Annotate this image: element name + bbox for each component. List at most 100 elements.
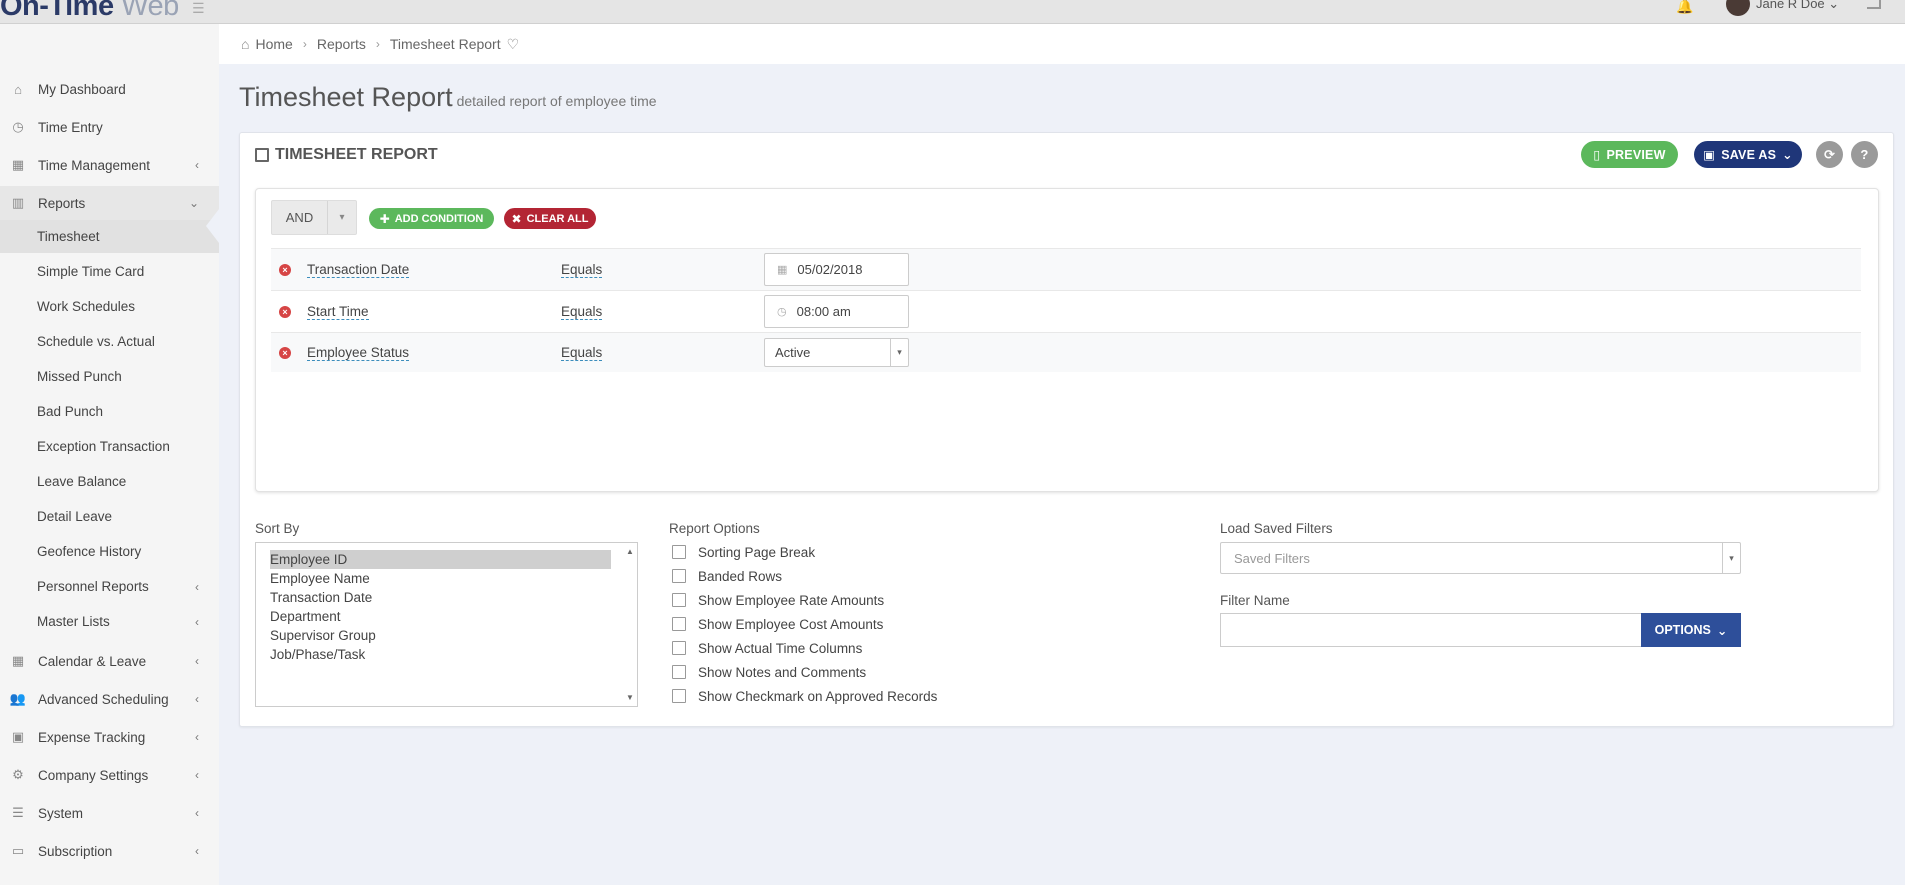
help-button[interactable]: ?	[1851, 141, 1878, 168]
sidebar-subitem-detail-leave[interactable]: Detail Leave	[0, 500, 219, 533]
bell-icon[interactable]: 🔔	[1676, 0, 1694, 14]
checkbox[interactable]	[672, 617, 686, 631]
sidebar-subitem-work-schedules[interactable]: Work Schedules	[0, 290, 219, 323]
avatar[interactable]	[1726, 0, 1750, 16]
scroll-down-icon[interactable]: ▼	[626, 693, 634, 702]
calendar-icon: ▦	[11, 653, 25, 668]
sidebar-subitem-leave-balance[interactable]: Leave Balance	[0, 465, 219, 498]
logout-icon[interactable]	[1867, 0, 1881, 9]
sidebar-subitem-simple-time-card[interactable]: Simple Time Card	[0, 255, 219, 288]
sidebar-subitem-bad-punch[interactable]: Bad Punch	[0, 395, 219, 428]
filter-name-label: Filter Name	[1220, 593, 1290, 608]
chevron-down-icon: ▾	[1722, 543, 1740, 573]
date-input[interactable]: ▦ 05/02/2018	[764, 253, 909, 286]
report-card: TIMESHEET REPORT ▯ PREVIEW ▣ SAVE AS ⌄ ⟳ ? …	[239, 132, 1894, 727]
load-saved-filters-label: Load Saved Filters	[1220, 521, 1333, 536]
sidebar-subitem-personnel-reports[interactable]: Personnel Reports ‹	[0, 570, 219, 603]
breadcrumb-reports[interactable]: Reports	[317, 36, 366, 52]
home-icon: ⌂	[241, 36, 250, 52]
checkbox[interactable]	[672, 545, 686, 559]
condition-field[interactable]: Transaction Date	[307, 262, 410, 278]
sort-option[interactable]: Employee Name	[256, 569, 626, 588]
option-sorting-page-break[interactable]: Sorting Page Break	[672, 544, 815, 560]
add-condition-button[interactable]: ✚ ADD CONDITION	[369, 208, 494, 229]
active-indicator	[206, 209, 219, 243]
preview-button[interactable]: ▯ PREVIEW	[1581, 141, 1678, 168]
saved-filters-select[interactable]: Saved Filters ▾	[1220, 542, 1741, 574]
checkbox[interactable]	[672, 641, 686, 655]
app-logo[interactable]: On-Time Web	[0, 0, 179, 23]
sort-option[interactable]: Department	[256, 607, 626, 626]
clock-icon: ◷	[777, 306, 787, 318]
sidebar-item-time-entry[interactable]: ◷ Time Entry	[0, 110, 219, 144]
sort-option[interactable]: Employee ID	[270, 550, 611, 569]
checkbox[interactable]	[672, 665, 686, 679]
sidebar-item-company-settings[interactable]: ⚙ Company Settings ‹	[0, 758, 219, 792]
scroll-up-icon[interactable]: ▲	[626, 547, 634, 556]
option-notes-comments[interactable]: Show Notes and Comments	[672, 664, 866, 680]
clear-all-button[interactable]: ✖ CLEAR ALL	[504, 208, 596, 229]
sidebar-subitem-geofence-history[interactable]: Geofence History	[0, 535, 219, 568]
sidebar-subitem-master-lists[interactable]: Master Lists ‹	[0, 605, 219, 638]
condition-row: × Transaction Date Equals ▦ 05/02/2018	[271, 248, 1861, 290]
remove-condition-icon[interactable]: ×	[279, 263, 291, 276]
file-icon: ▯	[1593, 148, 1601, 162]
listbox-scrollbar[interactable]: ▲ ▼	[623, 543, 637, 706]
checkbox[interactable]	[672, 569, 686, 583]
condition-field[interactable]: Start Time	[307, 304, 369, 320]
sidebar-subitem-schedule-vs-actual[interactable]: Schedule vs. Actual	[0, 325, 219, 358]
users-icon: 👥	[9, 691, 27, 706]
option-actual-time[interactable]: Show Actual Time Columns	[672, 640, 862, 656]
breadcrumb-home[interactable]: Home	[255, 36, 292, 52]
checkbox[interactable]	[672, 593, 686, 607]
sidebar-item-dashboard[interactable]: ⌂ My Dashboard	[0, 72, 219, 106]
menu-toggle-icon[interactable]: ☰	[192, 0, 205, 17]
option-banded-rows[interactable]: Banded Rows	[672, 568, 782, 584]
sidebar-item-expense-tracking[interactable]: ▣ Expense Tracking ‹	[0, 720, 219, 754]
sort-option[interactable]: Supervisor Group	[256, 626, 626, 645]
sidebar-item-advanced-scheduling[interactable]: 👥 Advanced Scheduling ‹	[0, 682, 219, 716]
sidebar-item-time-management[interactable]: ▦ Time Management ‹	[0, 148, 219, 182]
calendar-x-icon: ▦	[11, 157, 25, 172]
condition-operator[interactable]: Equals	[561, 345, 603, 361]
logic-dropdown[interactable]: AND ▾	[271, 200, 357, 235]
sidebar-item-subscription[interactable]: ▭ Subscription ‹	[0, 834, 219, 868]
remove-condition-icon[interactable]: ×	[279, 346, 291, 359]
sidebar-item-system[interactable]: ☰ System ‹	[0, 796, 219, 830]
time-input[interactable]: ◷ 08:00 am	[764, 295, 909, 328]
condition-field[interactable]: Employee Status	[307, 345, 410, 361]
x-icon: ✖	[511, 211, 522, 226]
save-as-button[interactable]: ▣ SAVE AS ⌄	[1694, 141, 1802, 168]
user-menu[interactable]: Jane R Doe ⌄	[1756, 0, 1839, 12]
chevron-left-icon: ‹	[195, 579, 199, 594]
sidebar-subitem-missed-punch[interactable]: Missed Punch	[0, 360, 219, 393]
refresh-icon: ⟳	[1823, 146, 1836, 162]
sort-by-listbox[interactable]: Employee ID Employee Name Transaction Da…	[255, 542, 638, 707]
chevron-down-icon: ⌄	[1828, 0, 1840, 11]
option-checkmark-approved[interactable]: Show Checkmark on Approved Records	[672, 688, 937, 704]
sidebar-subitem-timesheet[interactable]: Timesheet	[0, 220, 219, 253]
sort-option[interactable]: Job/Phase/Task	[256, 645, 626, 664]
sort-option[interactable]: Transaction Date	[256, 588, 626, 607]
sidebar: ⌂ My Dashboard ◷ Time Entry ▦ Time Manag…	[0, 24, 219, 885]
remove-condition-icon[interactable]: ×	[279, 305, 291, 318]
page-subtitle: detailed report of employee time	[456, 93, 657, 109]
chevron-left-icon: ‹	[195, 158, 199, 172]
checkbox[interactable]	[672, 689, 686, 703]
filter-name-input[interactable]	[1220, 613, 1642, 647]
breadcrumb-current: Timesheet Report	[389, 36, 501, 52]
sidebar-item-calendar-leave[interactable]: ▦ Calendar & Leave ‹	[0, 644, 219, 678]
status-select[interactable]: Active ▾	[764, 338, 909, 367]
option-employee-cost[interactable]: Show Employee Cost Amounts	[672, 616, 883, 632]
copy-icon	[255, 148, 269, 162]
sidebar-subitem-exception-transaction[interactable]: Exception Transaction	[0, 430, 219, 463]
sidebar-item-reports[interactable]: ▥ Reports ⌄	[0, 186, 219, 220]
refresh-button[interactable]: ⟳	[1816, 141, 1843, 168]
condition-operator[interactable]: Equals	[561, 262, 603, 278]
clock-icon: ◷	[12, 119, 24, 134]
top-bar: On-Time Web ☰ 🔔 Jane R Doe ⌄	[0, 0, 1905, 24]
option-employee-rate[interactable]: Show Employee Rate Amounts	[672, 592, 884, 608]
options-button[interactable]: OPTIONS ⌄	[1641, 613, 1741, 647]
condition-operator[interactable]: Equals	[561, 304, 603, 320]
heart-icon[interactable]: ♡	[507, 36, 520, 53]
